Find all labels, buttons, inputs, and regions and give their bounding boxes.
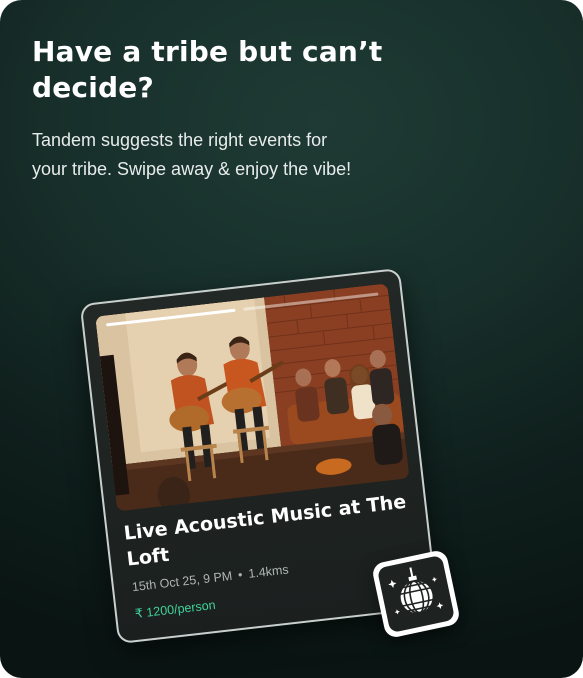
badge-inner: [376, 554, 456, 634]
event-distance: 1.4kms: [247, 562, 290, 581]
disco-ball-badge: [370, 548, 462, 640]
event-price: ₹ 1200/person: [134, 597, 217, 621]
event-photo: [95, 283, 410, 512]
promo-panel: Have a tribe but can’t decide? Tandem su…: [0, 0, 583, 678]
promo-subtext: Tandem suggests the right events for you…: [32, 130, 352, 179]
promo-headline: Have a tribe but can’t decide?: [32, 35, 383, 104]
meta-separator: •: [237, 567, 244, 583]
event-date-time: 15th Oct 25, 9 PM: [131, 568, 233, 595]
disco-ball-icon: [388, 567, 444, 615]
